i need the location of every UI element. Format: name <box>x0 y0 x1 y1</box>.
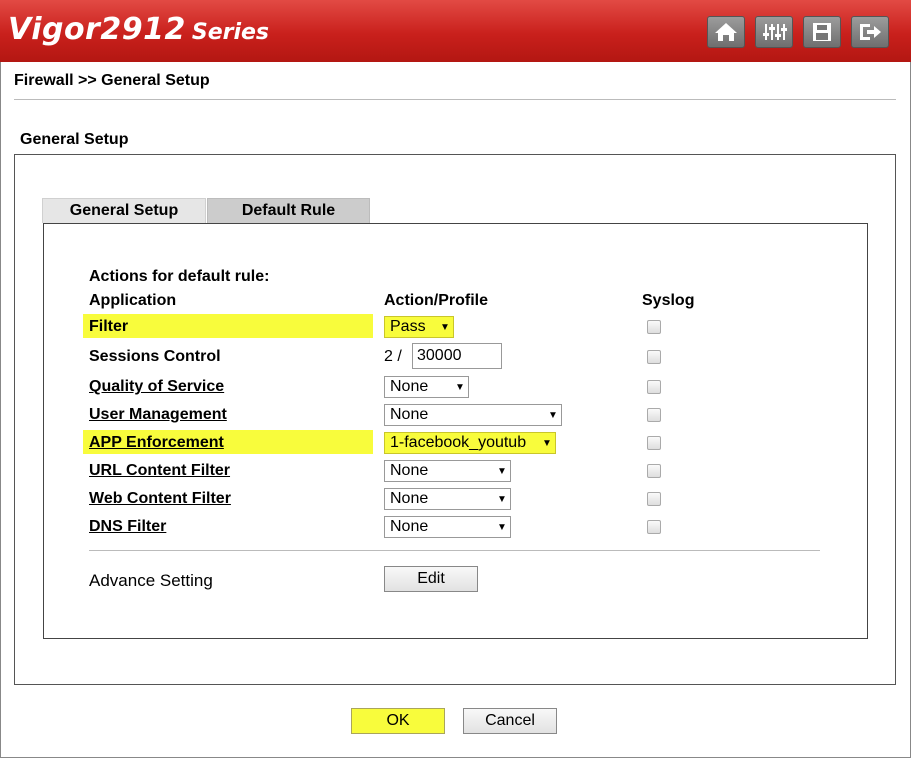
sessions-control-label: Sessions Control <box>89 348 221 365</box>
sessions-separator: / <box>397 348 402 365</box>
brand-model: Vigor2912 <box>8 12 186 47</box>
brand-series: Series <box>191 20 270 45</box>
chevron-down-icon: ▼ <box>548 409 558 421</box>
dns-filter-select-value: None <box>390 518 429 535</box>
web-content-filter-syslog-checkbox[interactable] <box>647 492 661 506</box>
web-content-filter-select[interactable]: None ▼ <box>384 488 511 510</box>
app-enforcement-link[interactable]: APP Enforcement <box>89 434 224 452</box>
sessions-current: 2 / <box>384 348 402 366</box>
advance-setting-label: Advance Setting <box>89 571 213 590</box>
chevron-down-icon: ▼ <box>497 493 507 505</box>
rule-heading: Actions for default rule: <box>89 268 270 285</box>
sessions-syslog-checkbox[interactable] <box>647 350 661 364</box>
url-content-filter-syslog-checkbox[interactable] <box>647 464 661 478</box>
col-syslog: Syslog <box>642 292 695 309</box>
url-content-filter-select-value: None <box>390 462 429 479</box>
qos-link[interactable]: Quality of Service <box>89 378 224 396</box>
app-enforcement-select-value: 1-facebook_youtub <box>390 434 527 451</box>
tab-general-setup[interactable]: General Setup <box>42 198 206 223</box>
brand-logo: Vigor2912 Series <box>8 12 269 47</box>
dns-filter-syslog-checkbox[interactable] <box>647 520 661 534</box>
filter-select[interactable]: Pass ▼ <box>384 316 454 338</box>
filter-syslog-checkbox[interactable] <box>647 320 661 334</box>
web-content-filter-link[interactable]: Web Content Filter <box>89 490 231 508</box>
qos-select[interactable]: None ▼ <box>384 376 469 398</box>
user-management-link[interactable]: User Management <box>89 406 227 424</box>
user-management-select-value: None <box>390 406 429 423</box>
save-icon[interactable] <box>803 16 841 48</box>
sessions-current-value: 2 <box>384 348 393 365</box>
url-content-filter-link[interactable]: URL Content Filter <box>89 462 230 480</box>
ok-button[interactable]: OK <box>351 708 445 734</box>
chevron-down-icon: ▼ <box>440 321 450 333</box>
breadcrumb-divider <box>14 99 896 100</box>
tab-default-rule[interactable]: Default Rule <box>207 198 370 223</box>
cancel-button[interactable]: Cancel <box>463 708 557 734</box>
chevron-down-icon: ▼ <box>455 381 465 393</box>
dns-filter-link[interactable]: DNS Filter <box>89 518 166 536</box>
section-title: General Setup <box>20 131 129 148</box>
url-content-filter-select[interactable]: None ▼ <box>384 460 511 482</box>
logout-icon[interactable] <box>851 16 889 48</box>
edit-button[interactable]: Edit <box>384 566 478 592</box>
divider <box>89 550 820 551</box>
breadcrumb: Firewall >> General Setup <box>14 72 210 89</box>
chevron-down-icon: ▼ <box>497 521 507 533</box>
web-content-filter-select-value: None <box>390 490 429 507</box>
user-management-select[interactable]: None ▼ <box>384 404 562 426</box>
user-management-syslog-checkbox[interactable] <box>647 408 661 422</box>
sessions-limit-input[interactable]: 30000 <box>412 343 502 369</box>
app-enforcement-select[interactable]: 1-facebook_youtub ▼ <box>384 432 556 454</box>
qos-select-value: None <box>390 378 429 395</box>
chevron-down-icon: ▼ <box>542 437 552 449</box>
app-header: Vigor2912 Series <box>0 0 911 62</box>
col-application: Application <box>89 292 177 309</box>
home-icon[interactable] <box>707 16 745 48</box>
qos-syslog-checkbox[interactable] <box>647 380 661 394</box>
dns-filter-select[interactable]: None ▼ <box>384 516 511 538</box>
app-enforcement-syslog-checkbox[interactable] <box>647 436 661 450</box>
filter-select-value: Pass <box>390 318 426 335</box>
col-action-profile: Action/Profile <box>384 292 489 309</box>
chevron-down-icon: ▼ <box>497 465 507 477</box>
settings-sliders-icon[interactable] <box>755 16 793 48</box>
filter-label: Filter <box>89 318 129 335</box>
